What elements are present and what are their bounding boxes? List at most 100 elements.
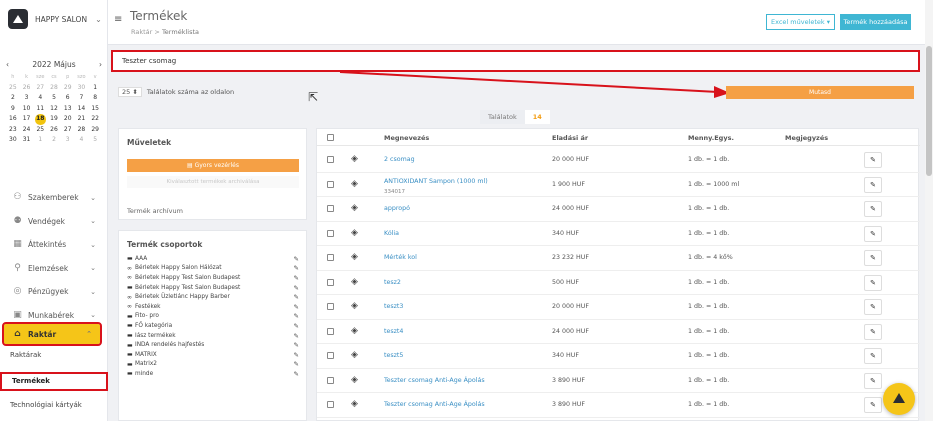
- product-group-item[interactable]: ▬ Bérletek Happy Test Salon Budapest ✎: [127, 283, 299, 293]
- calendar-day[interactable]: 20: [61, 114, 75, 125]
- row-checkbox[interactable]: [327, 180, 334, 188]
- prev-month-button[interactable]: ‹: [6, 60, 9, 69]
- calendar-day[interactable]: 11: [33, 104, 47, 115]
- calendar-day[interactable]: 8: [88, 93, 102, 104]
- product-name-link[interactable]: Mérték kol: [384, 254, 417, 261]
- sidebar-item-4[interactable]: ◎ Pénzügyek ⌄: [0, 280, 108, 304]
- menu-toggle-icon[interactable]: ≡: [114, 14, 122, 25]
- calendar-day[interactable]: 4: [33, 93, 47, 104]
- calendar-day[interactable]: 30: [75, 83, 89, 94]
- calendar-day[interactable]: 1: [33, 135, 47, 146]
- column-note[interactable]: Megjegyzés: [785, 134, 828, 142]
- floating-help-button[interactable]: [883, 383, 915, 415]
- sidebar-subitem[interactable]: Technológiai kártyák: [10, 401, 82, 409]
- product-archive-link[interactable]: Termék archívum: [127, 207, 183, 215]
- calendar-day[interactable]: 3: [20, 93, 34, 104]
- page-scrollbar[interactable]: [925, 0, 933, 421]
- sidebar-item-0[interactable]: ⚇ Szakemberek ⌄: [0, 186, 108, 210]
- row-checkbox[interactable]: [327, 229, 334, 237]
- edit-button[interactable]: ✎: [864, 201, 882, 217]
- row-checkbox[interactable]: [327, 376, 334, 384]
- calendar-day[interactable]: 22: [88, 114, 102, 125]
- quick-control-button[interactable]: ▤ Gyors vezérlés: [127, 159, 299, 172]
- row-checkbox[interactable]: [327, 327, 334, 335]
- edit-button[interactable]: ✎: [864, 274, 882, 291]
- product-group-item[interactable]: ∞ Bérletek Happy Salon Hálózat ✎: [127, 264, 299, 274]
- sidebar-item-2[interactable]: ▦ Áttekintés ⌄: [0, 233, 108, 257]
- calendar-day[interactable]: 24: [20, 125, 34, 136]
- sidebar-item-warehouse[interactable]: ⌂ Raktár ⌃: [2, 322, 102, 346]
- calendar-day[interactable]: 1: [88, 83, 102, 94]
- select-all-checkbox[interactable]: [327, 134, 334, 141]
- calendar-day[interactable]: 19: [47, 114, 61, 125]
- edit-pencil-icon[interactable]: ✎: [294, 360, 299, 368]
- sidebar-subitem[interactable]: Raktárak: [10, 351, 41, 359]
- product-group-item[interactable]: ∞ Bérletek Üzletlánc Happy Barber ✎: [127, 292, 299, 302]
- sidebar-item-1[interactable]: ⚉ Vendégek ⌄: [0, 210, 108, 234]
- row-checkbox[interactable]: [327, 278, 334, 286]
- calendar-day[interactable]: 9: [6, 104, 20, 115]
- calendar-day[interactable]: 2: [47, 135, 61, 146]
- product-name-link[interactable]: appropó: [384, 205, 410, 212]
- column-unit[interactable]: Menny.Egys.: [688, 134, 734, 142]
- product-group-item[interactable]: ▬ INDA rendelés hajfestés ✎: [127, 340, 299, 350]
- edit-pencil-icon[interactable]: ✎: [294, 274, 299, 282]
- excel-actions-button[interactable]: Excel műveletek ▾: [766, 14, 835, 30]
- calendar-day[interactable]: 15: [88, 104, 102, 115]
- calendar-day[interactable]: 17: [20, 114, 34, 125]
- calendar-day[interactable]: 26: [20, 83, 34, 94]
- calendar-day[interactable]: 12: [47, 104, 61, 115]
- add-product-button[interactable]: Termék hozzáadása: [840, 14, 911, 30]
- calendar-day[interactable]: 31: [20, 135, 34, 146]
- column-price[interactable]: Eladási ár: [552, 134, 588, 142]
- calendar-day[interactable]: 5: [47, 93, 61, 104]
- edit-pencil-icon[interactable]: ✎: [294, 370, 299, 378]
- product-group-item[interactable]: ∞ Festékek ✎: [127, 302, 299, 312]
- calendar-day[interactable]: 29: [88, 125, 102, 136]
- edit-pencil-icon[interactable]: ✎: [294, 284, 299, 292]
- calendar-day[interactable]: 5: [88, 135, 102, 146]
- edit-button[interactable]: ✎: [864, 348, 882, 364]
- row-checkbox[interactable]: [327, 352, 334, 359]
- edit-pencil-icon[interactable]: ✎: [294, 341, 299, 349]
- product-name-link[interactable]: teszt3: [384, 303, 403, 310]
- product-name-link[interactable]: teszt5: [384, 352, 403, 359]
- calendar-day[interactable]: 14: [75, 104, 89, 115]
- edit-pencil-icon[interactable]: ✎: [294, 293, 299, 301]
- product-name-link[interactable]: Teszter csomag Anti-Age Ápolás: [384, 401, 485, 408]
- product-group-item[interactable]: ▬ minde ✎: [127, 369, 299, 379]
- sidebar-item-3[interactable]: ⚲ Elemzések ⌄: [0, 257, 108, 281]
- brand-switcher[interactable]: HAPPY SALON ⌄: [8, 8, 106, 30]
- search-input[interactable]: Teszter csomag: [111, 50, 920, 72]
- calendar-day[interactable]: 28: [75, 125, 89, 136]
- calendar-day[interactable]: 26: [47, 125, 61, 136]
- product-name-link[interactable]: Teszter csomag Anti-Age Ápolás: [384, 377, 485, 384]
- product-group-item[interactable]: ∞ Bérletek Happy Test Salon Budapest ✎: [127, 273, 299, 283]
- calendar-day[interactable]: 2: [6, 93, 20, 104]
- calendar-day[interactable]: 29: [61, 83, 75, 94]
- breadcrumb-root[interactable]: Raktár: [131, 28, 152, 36]
- product-group-item[interactable]: ▬ Iász termékek ✎: [127, 331, 299, 341]
- scrollbar-thumb[interactable]: [926, 46, 932, 176]
- calendar-day[interactable]: 18: [35, 114, 46, 125]
- edit-pencil-icon[interactable]: ✎: [294, 322, 299, 330]
- edit-button[interactable]: ✎: [864, 397, 882, 413]
- edit-button[interactable]: ✎: [864, 250, 882, 266]
- calendar-day[interactable]: 25: [6, 83, 20, 94]
- calendar-day[interactable]: 27: [61, 125, 75, 136]
- product-name-link[interactable]: tesz2: [384, 279, 401, 286]
- edit-pencil-icon[interactable]: ✎: [294, 332, 299, 340]
- product-group-item[interactable]: ▬ MATRIX ✎: [127, 350, 299, 360]
- edit-pencil-icon[interactable]: ✎: [294, 312, 299, 320]
- calendar-day[interactable]: 4: [75, 135, 89, 146]
- product-group-item[interactable]: ▬ Fito- pro ✎: [127, 312, 299, 322]
- row-checkbox[interactable]: [327, 303, 334, 310]
- next-month-button[interactable]: ›: [99, 60, 102, 69]
- edit-pencil-icon[interactable]: ✎: [294, 303, 299, 311]
- calendar-day[interactable]: 16: [6, 114, 20, 125]
- edit-button[interactable]: ✎: [864, 152, 882, 168]
- column-name[interactable]: Megnevezés: [384, 134, 429, 142]
- calendar-day[interactable]: 21: [75, 114, 89, 125]
- edit-pencil-icon[interactable]: ✎: [294, 351, 299, 359]
- product-group-item[interactable]: ▬ FŐ kategória ✎: [127, 321, 299, 331]
